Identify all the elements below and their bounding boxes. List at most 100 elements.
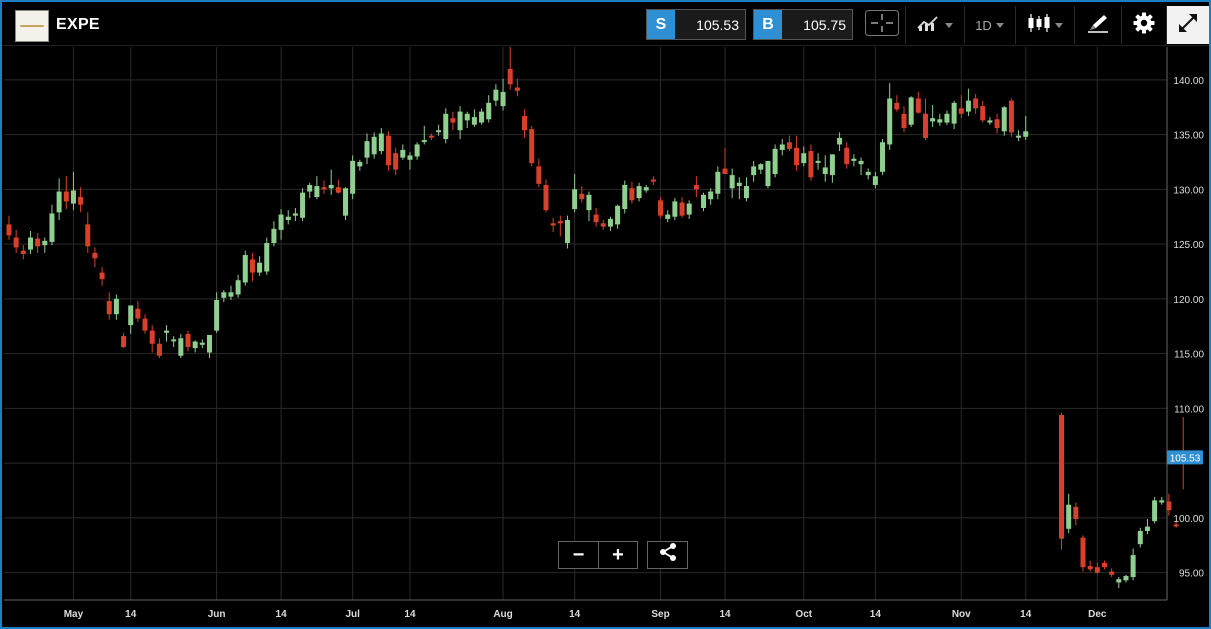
candle-body	[242, 255, 248, 283]
candle-body	[851, 158, 857, 161]
candle-body	[70, 190, 76, 204]
candle-body	[1166, 501, 1172, 511]
candle-body	[872, 176, 878, 185]
fullscreen-button[interactable]	[1166, 6, 1209, 44]
x-tick-label: Aug	[493, 609, 512, 620]
candle-body	[400, 149, 406, 158]
candle-body	[500, 91, 506, 107]
candle-body	[922, 113, 928, 138]
candle-body	[1109, 571, 1115, 575]
candle-body	[385, 135, 391, 166]
candle-body	[729, 175, 735, 189]
candle-body	[300, 192, 306, 218]
price-chart[interactable]: 95.00 100.00 110.00 115.00 120.00 125.00 130.0…	[4, 47, 1209, 627]
drawing-tools-button[interactable]	[1074, 6, 1120, 44]
candle-body	[930, 118, 936, 122]
candle-body	[708, 191, 714, 200]
candle-body	[378, 133, 384, 152]
candle-body	[715, 171, 721, 194]
buy-tag: B	[754, 10, 782, 39]
candle-body	[307, 184, 313, 192]
candle-body	[321, 187, 327, 190]
indicators-button[interactable]	[905, 6, 963, 44]
candle-body	[292, 213, 298, 216]
candle-body	[529, 129, 535, 164]
candle-body	[643, 187, 649, 191]
candle-body	[751, 166, 757, 176]
candle-body	[135, 308, 141, 319]
candle-body	[328, 184, 334, 189]
candle-body	[471, 117, 477, 125]
candle-body	[235, 280, 241, 295]
candle-body	[278, 214, 284, 230]
y-tick-label: 100.00	[1173, 514, 1204, 525]
candle-body	[665, 214, 671, 219]
candle-body	[128, 305, 134, 326]
candle-body	[414, 144, 420, 157]
buy-quote-button[interactable]: B 105.75	[753, 9, 853, 40]
x-tick-label: 14	[276, 609, 288, 620]
candle-body	[142, 318, 148, 331]
candle-body	[758, 164, 764, 170]
share-icon	[659, 543, 677, 567]
candle-body	[686, 203, 692, 215]
candle-body	[1073, 506, 1079, 519]
candle-body	[908, 97, 914, 125]
fullscreen-icon	[1177, 12, 1199, 39]
share-button[interactable]	[648, 542, 687, 568]
candle-body	[343, 188, 349, 216]
crosshair-button[interactable]	[860, 6, 904, 44]
candle-body	[428, 135, 434, 138]
candle-body	[335, 187, 341, 193]
chart-type-button[interactable]	[1015, 6, 1073, 44]
y-tick-label: 95.00	[1179, 569, 1204, 580]
candle-body	[1087, 566, 1093, 570]
candle-body	[679, 202, 685, 216]
toolbar: EXPE S 105.53 B 105.75 1D	[2, 2, 1209, 46]
gear-icon	[1133, 12, 1155, 39]
chevron-down-icon	[1054, 22, 1063, 28]
sell-price: 105.53	[675, 10, 745, 39]
candle-body	[658, 200, 664, 216]
zoom-out-icon: −	[572, 543, 585, 566]
settings-button[interactable]	[1121, 6, 1165, 44]
candle-body	[450, 118, 456, 123]
candle-body	[85, 224, 91, 247]
candle-body	[772, 148, 778, 175]
candle-body	[156, 343, 162, 356]
candle-body	[915, 98, 921, 113]
x-tick-label: Oct	[795, 609, 812, 620]
timeframe-dropdown[interactable]: 1D	[964, 6, 1014, 44]
share-control	[647, 541, 688, 569]
candle-body	[479, 111, 485, 123]
candle-body	[736, 182, 742, 187]
candle-body	[106, 301, 112, 315]
sell-tag: S	[647, 10, 675, 39]
candle-body	[121, 336, 127, 348]
candle-body	[815, 160, 821, 163]
x-tick-label: May	[64, 609, 84, 620]
sell-quote-button[interactable]: S 105.53	[646, 9, 746, 40]
candle-body	[1159, 500, 1165, 503]
candle-body	[1101, 562, 1107, 568]
y-tick-label: 130.00	[1173, 185, 1204, 196]
candle-body	[192, 341, 198, 349]
candle-body	[951, 102, 957, 124]
candle-body	[206, 334, 212, 353]
zoom-out-button[interactable]: −	[559, 542, 598, 568]
y-tick-label: 125.00	[1173, 240, 1204, 251]
candle-body	[522, 115, 528, 131]
candle-body	[937, 119, 943, 123]
candle-body	[801, 153, 807, 164]
x-tick-label: 14	[569, 609, 581, 620]
y-tick-label: 140.00	[1173, 76, 1204, 87]
candle-body	[1123, 575, 1129, 581]
candlestick-icon	[1027, 13, 1051, 38]
candle-body	[1144, 526, 1150, 532]
candle-body	[63, 191, 69, 202]
candle-body	[493, 89, 499, 101]
candle-body	[443, 113, 449, 139]
candle-body	[486, 102, 492, 120]
candle-body	[622, 184, 628, 210]
zoom-in-button[interactable]: +	[598, 542, 637, 568]
